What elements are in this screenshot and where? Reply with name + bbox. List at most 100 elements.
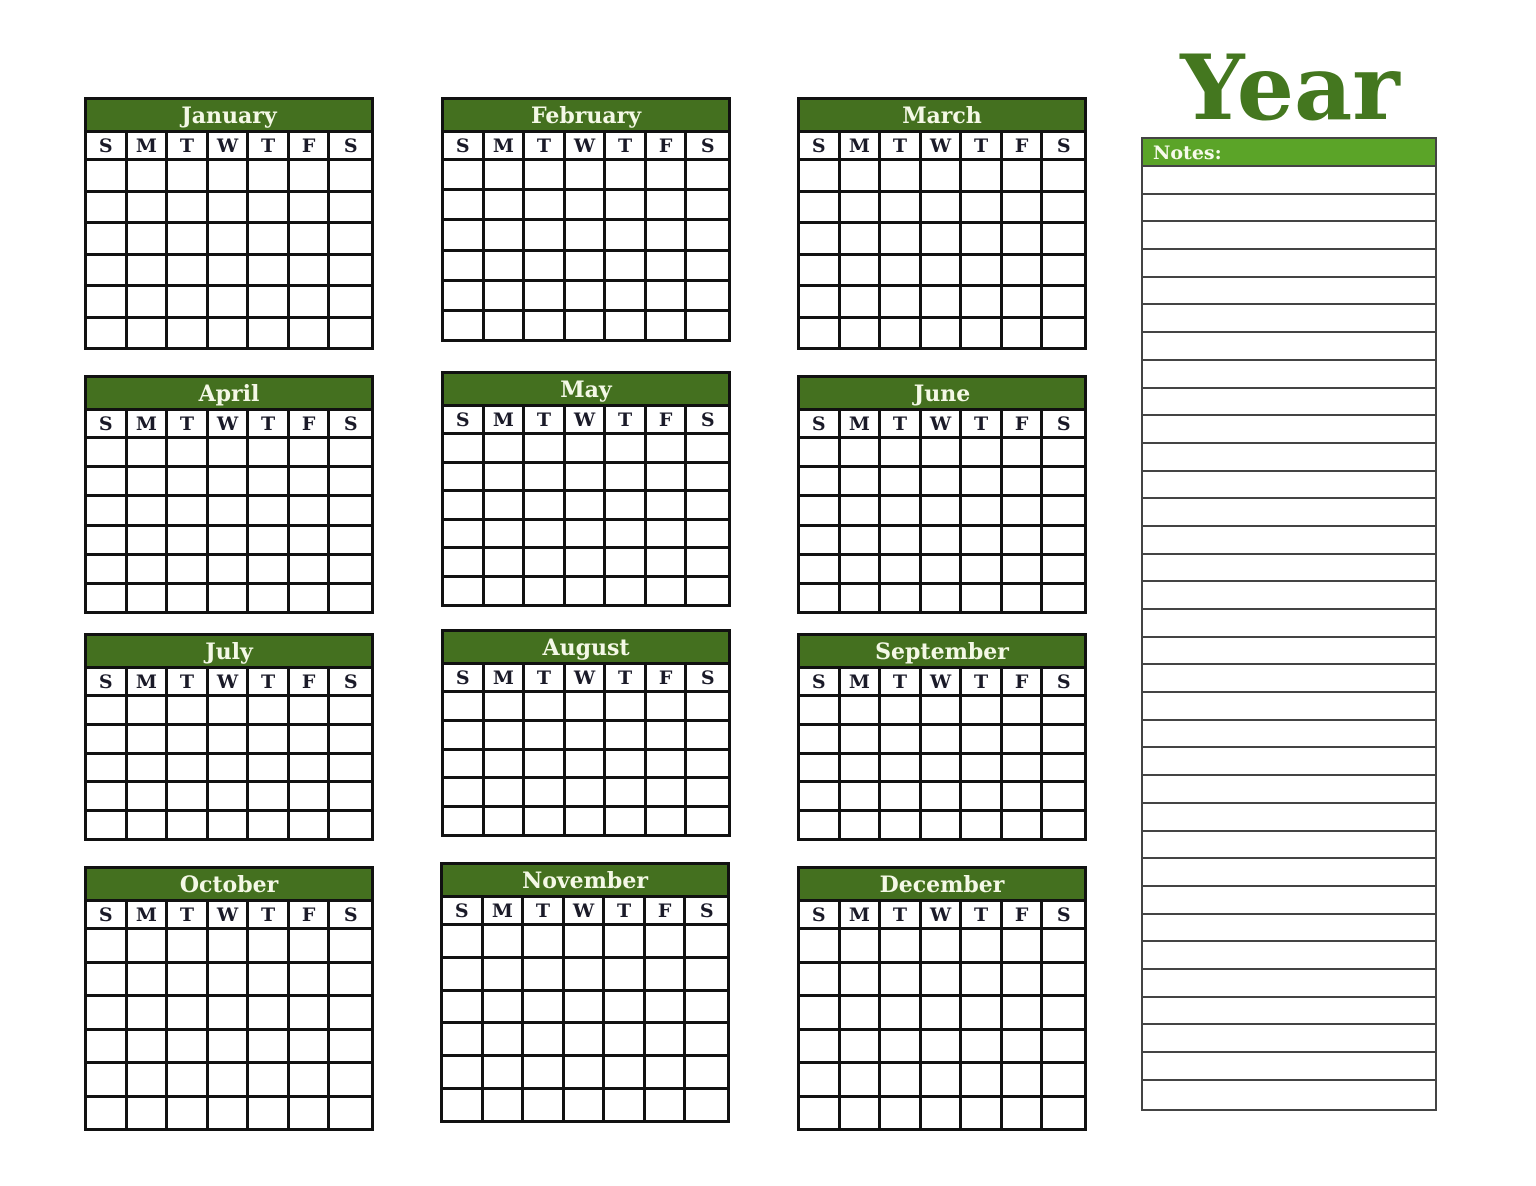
day-cell[interactable] — [1043, 256, 1084, 287]
day-cell[interactable] — [687, 435, 728, 464]
day-cell[interactable] — [1043, 556, 1084, 585]
day-cell[interactable] — [881, 161, 922, 193]
day-cell[interactable] — [881, 930, 922, 964]
day-cell[interactable] — [484, 191, 526, 222]
day-cell[interactable] — [484, 435, 526, 464]
day-cell[interactable] — [127, 783, 169, 813]
day-cell[interactable] — [800, 812, 841, 838]
day-cell[interactable] — [687, 578, 728, 604]
day-cell[interactable] — [606, 251, 647, 282]
day-cell[interactable] — [330, 527, 371, 556]
day-cell[interactable] — [525, 191, 566, 222]
day-cell[interactable] — [330, 556, 371, 585]
day-cell[interactable] — [840, 754, 882, 784]
day-cell[interactable] — [840, 287, 882, 319]
day-cell[interactable] — [800, 1064, 841, 1098]
day-cell[interactable] — [921, 224, 963, 256]
day-cell[interactable] — [1002, 526, 1044, 556]
day-cell[interactable] — [208, 526, 250, 556]
day-cell[interactable] — [647, 577, 688, 604]
day-cell[interactable] — [249, 224, 290, 256]
day-cell[interactable] — [921, 997, 963, 1031]
day-cell[interactable] — [1043, 812, 1084, 838]
day-cell[interactable] — [208, 468, 250, 498]
day-cell[interactable] — [841, 318, 882, 347]
day-cell[interactable] — [606, 750, 647, 780]
day-cell[interactable] — [921, 930, 963, 964]
day-cell[interactable] — [800, 1030, 841, 1064]
day-cell[interactable] — [330, 997, 371, 1031]
day-cell[interactable] — [1003, 318, 1044, 347]
day-cell[interactable] — [168, 224, 209, 256]
notes-line[interactable] — [1143, 832, 1435, 860]
day-cell[interactable] — [1043, 697, 1084, 726]
day-cell[interactable] — [249, 1097, 290, 1128]
day-cell[interactable] — [1003, 584, 1044, 612]
day-cell[interactable] — [645, 958, 687, 992]
day-cell[interactable] — [687, 808, 728, 834]
day-cell[interactable] — [566, 808, 607, 834]
day-cell[interactable] — [840, 783, 882, 813]
day-cell[interactable] — [687, 779, 728, 809]
day-cell[interactable] — [962, 963, 1003, 997]
day-cell[interactable] — [87, 584, 128, 612]
day-cell[interactable] — [841, 812, 882, 838]
day-cell[interactable] — [1002, 963, 1044, 997]
day-cell[interactable] — [249, 725, 290, 755]
day-cell[interactable] — [168, 287, 209, 319]
day-cell[interactable] — [208, 1030, 250, 1064]
day-cell[interactable] — [687, 693, 728, 722]
day-cell[interactable] — [922, 812, 963, 838]
notes-line[interactable] — [1143, 610, 1435, 638]
day-cell[interactable] — [645, 1024, 687, 1058]
day-cell[interactable] — [605, 926, 646, 959]
day-cell[interactable] — [1043, 783, 1084, 813]
day-cell[interactable] — [922, 1097, 963, 1128]
day-cell[interactable] — [484, 281, 526, 312]
day-cell[interactable] — [483, 926, 525, 959]
notes-line[interactable] — [1143, 527, 1435, 555]
day-cell[interactable] — [127, 754, 169, 784]
day-cell[interactable] — [646, 251, 688, 282]
day-cell[interactable] — [444, 779, 485, 809]
day-cell[interactable] — [1043, 193, 1084, 224]
day-cell[interactable] — [840, 1030, 882, 1064]
day-cell[interactable] — [127, 725, 169, 755]
day-cell[interactable] — [289, 930, 331, 964]
day-cell[interactable] — [962, 697, 1003, 726]
day-cell[interactable] — [87, 468, 128, 498]
day-cell[interactable] — [483, 1024, 525, 1058]
day-cell[interactable] — [606, 435, 647, 464]
day-cell[interactable] — [962, 255, 1003, 287]
day-cell[interactable] — [881, 812, 922, 838]
day-cell[interactable] — [565, 463, 607, 493]
day-cell[interactable] — [686, 992, 727, 1025]
day-cell[interactable] — [249, 526, 290, 556]
day-cell[interactable] — [484, 520, 526, 550]
day-cell[interactable] — [1043, 755, 1084, 784]
day-cell[interactable] — [444, 161, 485, 192]
day-cell[interactable] — [290, 584, 331, 612]
day-cell[interactable] — [168, 997, 209, 1031]
day-cell[interactable] — [87, 255, 128, 287]
day-cell[interactable] — [606, 281, 647, 312]
day-cell[interactable] — [1002, 287, 1044, 319]
day-cell[interactable] — [168, 584, 209, 612]
day-cell[interactable] — [1002, 439, 1044, 469]
day-cell[interactable] — [330, 783, 371, 813]
day-cell[interactable] — [921, 555, 963, 585]
day-cell[interactable] — [646, 435, 688, 464]
day-cell[interactable] — [208, 161, 250, 193]
day-cell[interactable] — [962, 497, 1003, 527]
day-cell[interactable] — [289, 1030, 331, 1064]
day-cell[interactable] — [525, 549, 566, 578]
day-cell[interactable] — [687, 464, 728, 493]
notes-line[interactable] — [1143, 278, 1435, 306]
day-cell[interactable] — [87, 1064, 128, 1098]
day-cell[interactable] — [208, 963, 250, 997]
day-cell[interactable] — [840, 439, 882, 469]
day-cell[interactable] — [840, 161, 882, 193]
day-cell[interactable] — [1002, 555, 1044, 585]
day-cell[interactable] — [483, 958, 525, 992]
day-cell[interactable] — [1043, 287, 1084, 319]
